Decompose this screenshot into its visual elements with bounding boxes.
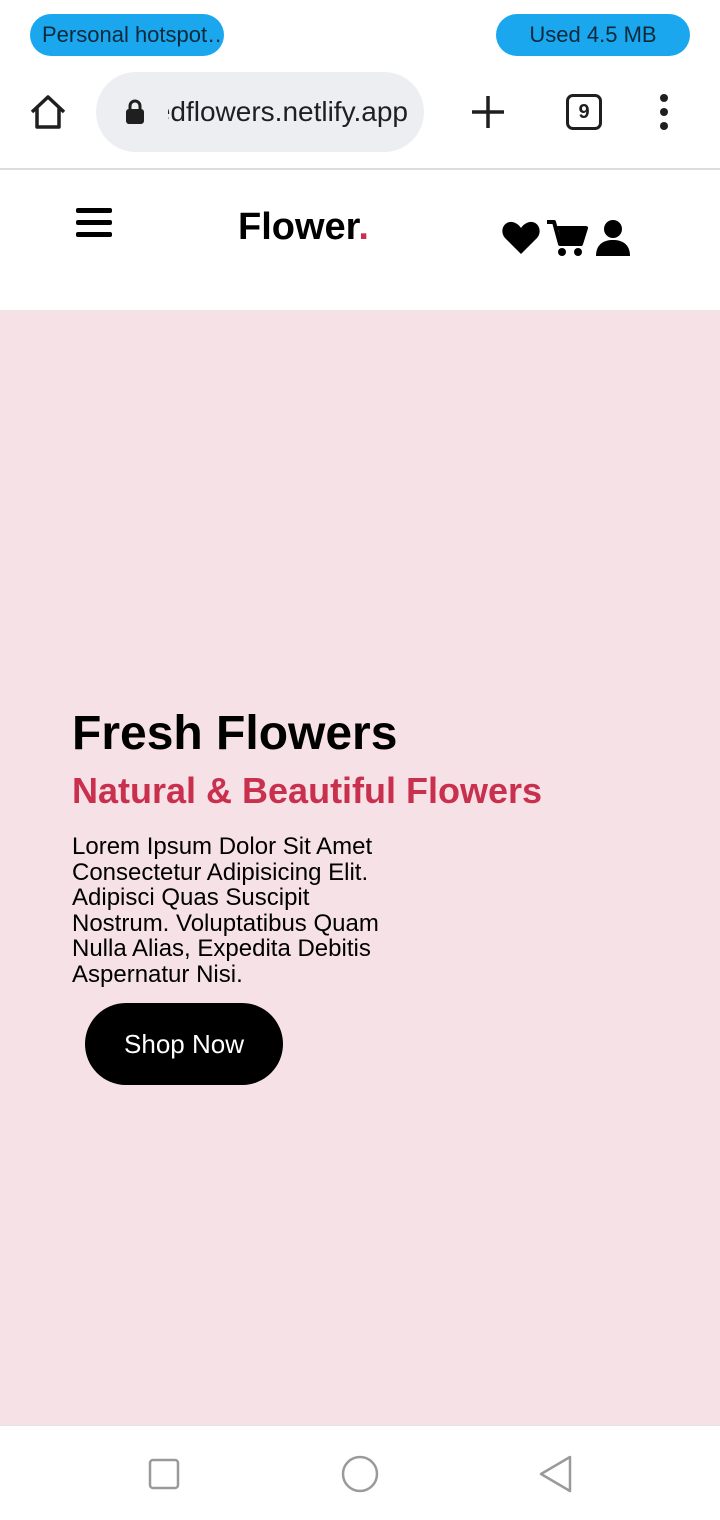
hero-description: Lorem Ipsum Dolor Sit Amet Consectetur A…	[72, 833, 379, 988]
tabs-button[interactable]: 9	[566, 94, 602, 130]
site-logo[interactable]: Flower.	[238, 206, 369, 249]
user-icon[interactable]	[592, 218, 634, 258]
home-icon[interactable]	[28, 92, 68, 132]
tab-count: 9	[578, 100, 590, 123]
system-nav-bar	[0, 1425, 720, 1520]
back-triangle-icon[interactable]	[536, 1454, 576, 1494]
hero-subtitle: Natural & Beautiful Flowers	[72, 770, 543, 811]
header-icons	[500, 218, 634, 258]
hero-title: Fresh Flowers	[72, 707, 398, 760]
shop-now-button[interactable]: Shop Now	[85, 1003, 283, 1085]
heart-icon[interactable]	[500, 218, 542, 258]
hotspot-pill[interactable]: Personal hotspot…	[30, 14, 224, 56]
browser-toolbar: redflowers.netlify.app 9	[0, 70, 720, 169]
status-bar: Personal hotspot… Used 4.5 MB	[0, 0, 720, 70]
hotspot-label: Personal hotspot…	[42, 22, 224, 47]
data-usage-label: Used 4.5 MB	[529, 22, 657, 47]
url-text: redflowers.netlify.app	[168, 96, 408, 127]
plus-icon[interactable]	[468, 92, 508, 132]
menu-icon[interactable]	[76, 208, 112, 240]
data-usage-pill[interactable]: Used 4.5 MB	[496, 14, 690, 56]
address-bar[interactable]: redflowers.netlify.app	[96, 72, 424, 152]
site-header: Flower.	[0, 170, 720, 310]
logo-dot: .	[358, 206, 369, 248]
more-vert-icon[interactable]	[652, 92, 676, 132]
cart-icon[interactable]	[546, 218, 588, 258]
home-circle-icon[interactable]	[340, 1454, 380, 1494]
hero-section: Fresh Flowers Natural & Beautiful Flower…	[0, 310, 720, 1425]
logo-text: Flower	[238, 206, 359, 248]
lock-icon	[126, 99, 144, 124]
shop-now-label: Shop Now	[124, 1028, 244, 1059]
recents-square-icon[interactable]	[144, 1454, 184, 1494]
